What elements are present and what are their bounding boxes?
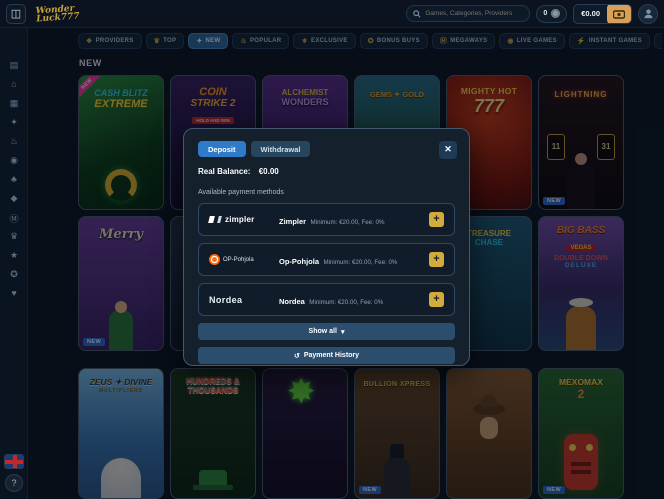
coin-icon: [551, 9, 560, 18]
real-balance-label: Real Balance:: [198, 167, 250, 176]
balance-amount: €0.00: [574, 9, 607, 18]
search-input[interactable]: [425, 10, 523, 17]
history-icon: ↺: [294, 352, 300, 360]
coins-count: 0: [543, 10, 547, 17]
balance-widget: €0.00: [573, 4, 632, 24]
language-flag-button[interactable]: [4, 454, 24, 469]
sidebar-item-popular[interactable]: ♨: [0, 136, 28, 147]
add-deposit-button[interactable]: +: [429, 252, 444, 267]
loyalty-coins-pill[interactable]: 0: [536, 5, 567, 23]
add-deposit-button[interactable]: +: [429, 292, 444, 307]
real-balance-value: €0.00: [259, 167, 279, 176]
sidebar-item-favorites[interactable]: ♥: [0, 288, 28, 298]
sidebar-item-table-games[interactable]: ♣: [0, 174, 28, 184]
user-icon: [643, 8, 654, 19]
payment-method-op-pohjola[interactable]: OP-Pohjola Op-Pohjola Minimum: €20.00, F…: [198, 243, 455, 276]
payment-history-button[interactable]: ↺ Payment History: [198, 347, 455, 364]
sidebar-item-vip[interactable]: ★: [0, 250, 28, 261]
sidebar-item-slots[interactable]: ▦: [0, 98, 28, 109]
sidebar-item-bonuses[interactable]: ✪: [0, 269, 28, 280]
sidebar-item-games[interactable]: ▤: [0, 60, 28, 71]
payment-methods-label: Available payment methods: [198, 189, 455, 196]
method-name: Op-Pohjola: [279, 257, 319, 266]
brand-logo[interactable]: Wonder Luck777: [35, 4, 79, 23]
op-pohjola-logo: OP-Pohjola: [209, 254, 271, 265]
method-details: Minimum: €20.00, Fee: 0%: [323, 259, 397, 266]
sidebar-item-new[interactable]: ✦: [0, 117, 28, 128]
method-details: Minimum: €20.00, Fee: 0%: [311, 219, 385, 226]
op-circle-icon: [209, 254, 220, 265]
top-bar: ◫ Wonder Luck777 0 €0.00: [0, 0, 664, 28]
sidebar-item-tournaments[interactable]: ♛: [0, 231, 28, 242]
left-sidebar: ▤ ⌂ ▦ ✦ ♨ ◉ ♣ ◆ Ⓜ ♛ ★ ✪ ♥ ?: [0, 28, 28, 499]
add-deposit-button[interactable]: +: [429, 212, 444, 227]
search-bar[interactable]: [406, 5, 530, 22]
payment-modal-tabs: Deposit Withdrawal: [198, 141, 455, 157]
deposit-tab[interactable]: Deposit: [198, 141, 246, 157]
sidebar-item-jackpots[interactable]: ◆: [0, 193, 28, 204]
sidebar-item-home[interactable]: ⌂: [0, 79, 28, 89]
sidebar-item-megaways[interactable]: Ⓜ: [0, 212, 28, 225]
user-avatar-button[interactable]: [638, 4, 658, 24]
sidebar-item-live[interactable]: ◉: [0, 155, 28, 166]
method-name: Zimpler: [279, 217, 306, 226]
payment-method-nordea[interactable]: Nordea Nordea Minimum: €20.00, Fee: 0% +: [198, 283, 455, 316]
payment-modal: Deposit Withdrawal ✕ Real Balance: €0.00…: [183, 128, 470, 366]
help-button[interactable]: ?: [5, 474, 23, 492]
zimpler-mark-icon: [208, 216, 215, 223]
show-all-button[interactable]: Show all ▾: [198, 323, 455, 340]
search-icon: [413, 10, 421, 18]
payment-method-zimpler[interactable]: zimpler Zimpler Minimum: €20.00, Fee: 0%…: [198, 203, 455, 236]
withdrawal-tab[interactable]: Withdrawal: [251, 141, 311, 157]
chevron-down-icon: ▾: [341, 328, 345, 336]
logo-line-2: Luck777: [36, 12, 80, 23]
method-name: Nordea: [279, 297, 305, 306]
casino-lobby-page: ◫ Wonder Luck777 0 €0.00 ▤ ⌂ ▦ ✦ ♨ ◉: [0, 0, 664, 499]
sidebar-toggle-button[interactable]: ◫: [6, 4, 26, 24]
real-balance: Real Balance: €0.00: [198, 167, 455, 176]
zimpler-logo: zimpler: [209, 215, 271, 224]
deposit-wallet-button[interactable]: [607, 4, 631, 24]
close-icon[interactable]: ✕: [439, 141, 457, 159]
method-details: Minimum: €20.00, Fee: 0%: [309, 299, 383, 306]
nordea-logo: Nordea: [209, 295, 271, 305]
wallet-icon: [613, 9, 625, 19]
